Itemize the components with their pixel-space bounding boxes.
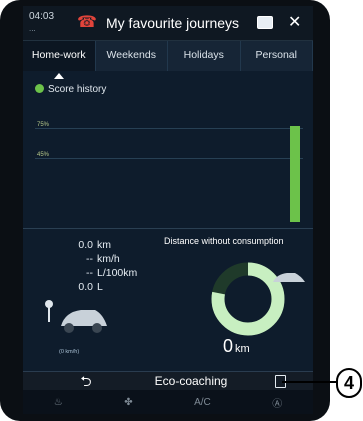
grid-label-75: 75%	[37, 122, 50, 128]
tab-personal[interactable]: Personal	[241, 41, 313, 71]
bottom-bar: ⮌ Eco-coaching	[23, 371, 313, 390]
small-car-icon	[273, 273, 305, 282]
score-bar	[290, 126, 300, 222]
stat-row: -- L/100km	[86, 267, 138, 279]
stat-row: 0.0 km	[78, 239, 111, 251]
distance-value: 0 km	[223, 336, 250, 356]
stat-row: -- km/h	[86, 253, 120, 265]
phone-icon[interactable]: ☎	[77, 12, 97, 32]
stat-row: 0.0 L	[78, 281, 103, 293]
grid-label-45: 45%	[37, 152, 50, 158]
divider	[23, 228, 313, 229]
distance-label: Distance without consumption	[164, 236, 284, 246]
speed-small-label: (0 km/h)	[59, 349, 80, 355]
score-label: Score history	[48, 84, 107, 95]
score-graph: 75% 45%	[35, 102, 303, 224]
top-bar: 04:03... ☎ My favourite journeys ✕	[23, 6, 313, 41]
display-icon[interactable]	[257, 16, 273, 29]
seat-heat-icon[interactable]: ♨	[54, 397, 63, 408]
grid-line-75	[35, 128, 303, 129]
page-title: My favourite journeys	[106, 15, 240, 31]
tab-home-work[interactable]: Home-work	[23, 41, 96, 79]
multimedia-screen: 04:03... ☎ My favourite journeys ✕ Home-…	[23, 6, 313, 414]
grid-line-45	[35, 158, 303, 159]
fan-icon[interactable]: ✤	[124, 397, 132, 408]
climate-bar: ♨ ✤ A/C Ⓐ	[23, 390, 313, 414]
back-button[interactable]: ⮌	[41, 372, 131, 390]
ac-label[interactable]: A/C	[194, 397, 211, 408]
callout-badge: 4	[336, 368, 362, 398]
eco-coaching-button[interactable]: Eco-coaching	[141, 374, 241, 388]
leaf-icon	[35, 84, 44, 93]
car-icon	[45, 300, 107, 333]
tab-bar: Home-work Weekends Holidays Personal	[23, 41, 313, 79]
trip-stats: 0.0 km -- km/h -- L/100km 0.0 L	[63, 238, 163, 294]
score-legend: Score history	[35, 84, 106, 95]
auto-icon[interactable]: Ⓐ	[272, 395, 282, 410]
clock: 04:03...	[29, 11, 55, 33]
close-icon[interactable]: ✕	[288, 12, 301, 32]
tab-weekends[interactable]: Weekends	[96, 41, 168, 71]
tab-holidays[interactable]: Holidays	[168, 41, 241, 71]
callout-line	[282, 381, 336, 383]
